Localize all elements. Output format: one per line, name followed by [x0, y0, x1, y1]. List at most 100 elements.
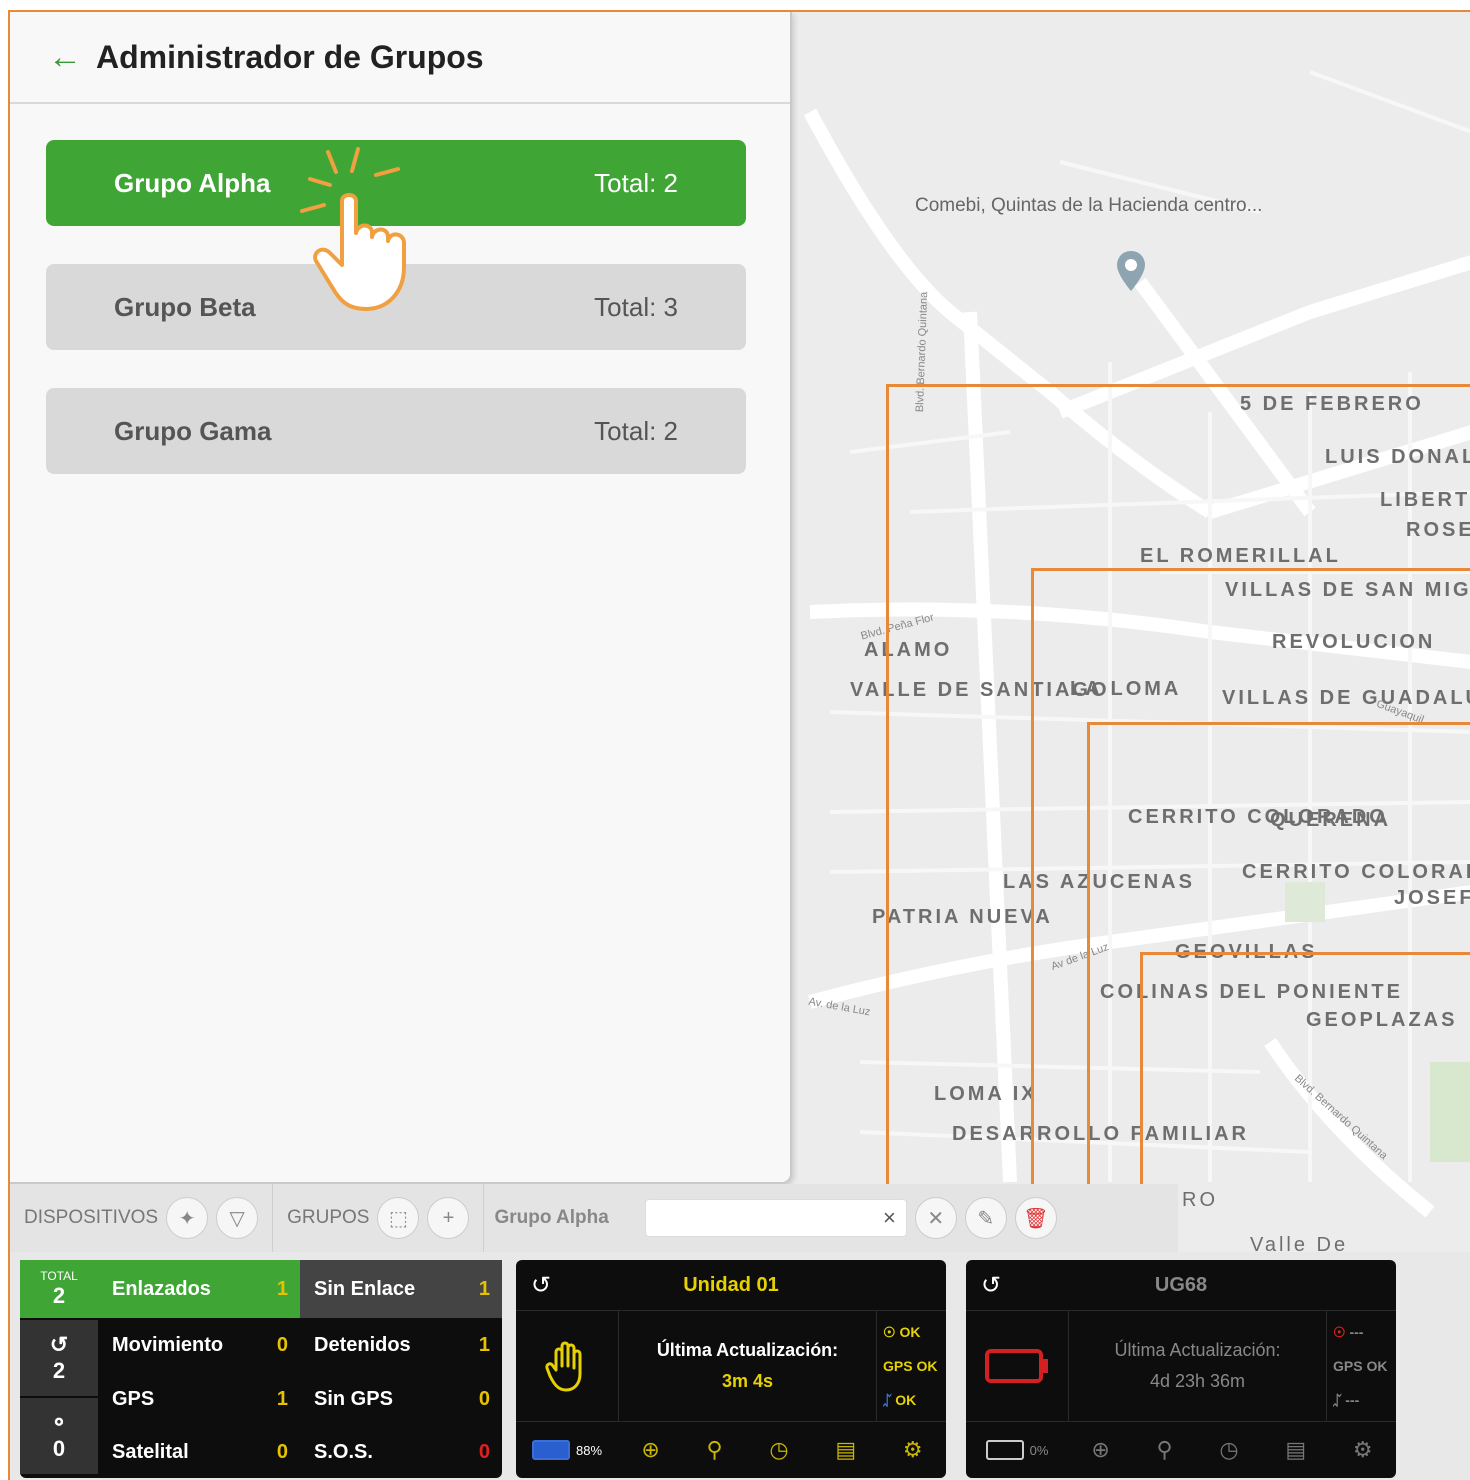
link-icon: ↺: [49, 1332, 69, 1357]
bluetooth-status-value: OK: [895, 1392, 917, 1409]
link-icon: ↺: [530, 1271, 552, 1299]
unit-footer: 88% ⊕ ⚲ ◷ ▤ ⚙: [516, 1422, 946, 1478]
unit-card-unidad-01[interactable]: ↺ Unidad 01 Última Actualización: 3m 4s …: [516, 1260, 946, 1478]
filter-icon[interactable]: ▽: [216, 1197, 259, 1239]
stat-movimiento[interactable]: Movimiento 0: [98, 1318, 300, 1372]
bluetooth-status-value: ---: [1345, 1392, 1360, 1409]
map-label: PATRIA NUEVA: [872, 906, 1053, 928]
locate-icon[interactable]: ⊕: [1091, 1437, 1109, 1463]
battery-icon: [531, 1440, 570, 1460]
bluetooth-status: ᛢ OK: [883, 1392, 940, 1408]
info-card-icon[interactable]: ▤: [1285, 1437, 1306, 1463]
bluetooth-icon: ᛢ: [883, 1392, 896, 1409]
stat-sos[interactable]: S.O.S. 0: [300, 1426, 502, 1478]
map-label: 5 DE FEBRERO: [1240, 393, 1424, 415]
unit-body: Última Actualización: 3m 4s ☉ OK GPS OK …: [516, 1311, 946, 1422]
unit-header: ↺ Unidad 01: [516, 1260, 946, 1311]
map-pin-icon[interactable]: ⚲: [707, 1437, 723, 1463]
stats-grid: Enlazados 1 Sin Enlace 1 Movimiento 0 Deten…: [98, 1260, 502, 1478]
highlight-line: [1140, 952, 1470, 955]
unit-card-ug68[interactable]: ↺ UG68 Última Actualización: 4d 23h 36m …: [966, 1260, 1396, 1478]
speedometer-icon[interactable]: ◷: [769, 1437, 788, 1463]
satellite-icon: ⚬: [49, 1410, 69, 1435]
edit-icon[interactable]: ✎: [964, 1197, 1007, 1239]
highlight-line: [1031, 568, 1034, 1184]
groups-label: GRUPOS: [287, 1207, 370, 1228]
stat-label: Satelital: [112, 1440, 189, 1463]
highlight-line: [886, 384, 889, 1184]
stats-card: TOTAL 2 ↺ 2 ⚬ 0 Enlazados 1 Sin Enlace 1 M…: [20, 1260, 502, 1478]
map-label: EL ROMERILLAL: [1140, 545, 1341, 567]
total-tile[interactable]: TOTAL 2: [20, 1260, 98, 1318]
stat-value: 0: [478, 1387, 490, 1410]
stat-value: 1: [276, 1277, 288, 1300]
group-total: Total: 2: [594, 415, 678, 446]
map-label: LUIS DONAL: [1325, 446, 1470, 468]
group-search-input[interactable]: ×: [644, 1199, 907, 1237]
poi-label[interactable]: Comebi, Quintas de la Hacienda centro...: [915, 195, 1262, 218]
network-status: ☉ ---: [1333, 1324, 1390, 1341]
highlight-line: [886, 384, 1470, 387]
clear-input-icon[interactable]: ×: [883, 1205, 896, 1231]
unit-body: Última Actualización: 4d 23h 36m ☉ --- G…: [966, 1311, 1396, 1422]
stat-value: 1: [478, 1277, 490, 1300]
map-label: LOMA IX: [934, 1083, 1038, 1105]
page-title: Administrador de Grupos: [96, 38, 484, 75]
map-label: VILLAS DE GUADALUPE: [1222, 687, 1470, 709]
tap-hand-icon: [280, 137, 440, 322]
satellite-tile[interactable]: ⚬ 0: [20, 1398, 98, 1474]
map-label: LA LOMA: [1070, 678, 1182, 700]
update-label: Última Actualización:: [656, 1340, 839, 1360]
unit-actions: ⊕ ⚲ ◷ ▤ ⚙: [1068, 1437, 1396, 1463]
close-icon[interactable]: ✕: [914, 1197, 957, 1239]
update-time: 4d 23h 36m: [1149, 1371, 1246, 1391]
stop-hand-icon: [516, 1311, 619, 1421]
map-label: CERRITO COLORADO: [1128, 806, 1388, 828]
map-label: JOSEF DOMI FUND: [1394, 887, 1470, 909]
bluetooth-icon: ᛢ: [1333, 1392, 1346, 1409]
settings-icon[interactable]: ⚙: [903, 1437, 923, 1463]
select-area-icon[interactable]: ⬚: [377, 1197, 420, 1239]
map-label: RO: [1182, 1189, 1218, 1211]
stat-enlazados[interactable]: Enlazados 1: [98, 1260, 300, 1318]
map-label: VILLAS DE SAN MIGUEL: [1225, 579, 1470, 601]
map-label: LIBERT: [1380, 489, 1470, 511]
stat-sin-enlace[interactable]: Sin Enlace 1: [300, 1260, 502, 1318]
map-label: QUERENA: [1270, 809, 1392, 831]
map-label: VALLE DE SANTIAGO: [850, 679, 1110, 701]
map-label: GEOPLAZAS: [1306, 1009, 1458, 1031]
stat-satelital[interactable]: Satelital 0: [98, 1426, 300, 1478]
speedometer-icon[interactable]: ◷: [1219, 1437, 1238, 1463]
highlight-line: [1087, 722, 1090, 1184]
linked-count: 2: [52, 1358, 66, 1383]
group-manager-panel: ← Administrador de Grupos Grupo Alpha To…: [10, 12, 792, 1184]
map-label: ROSE SALA: [1406, 519, 1470, 541]
compass-icon[interactable]: ✦: [166, 1197, 209, 1239]
update-time: 3m 4s: [721, 1371, 774, 1391]
unit-actions: ⊕ ⚲ ◷ ▤ ⚙: [618, 1437, 946, 1463]
stat-detenidos[interactable]: Detenidos 1: [300, 1318, 502, 1372]
gps-status: GPS OK: [883, 1358, 938, 1375]
info-card-icon[interactable]: ▤: [835, 1437, 856, 1463]
add-group-icon[interactable]: +: [427, 1197, 470, 1239]
back-arrow-icon[interactable]: ←: [48, 38, 82, 77]
stat-sin-gps[interactable]: Sin GPS 0: [300, 1372, 502, 1426]
map-label: DESARROLLO FAMILIAR: [952, 1123, 1249, 1145]
group-item-gama[interactable]: Grupo Gama Total: 2: [46, 388, 746, 474]
unit-update-info: Última Actualización: 4d 23h 36m: [1069, 1311, 1326, 1421]
unit-status-list: ☉ OK GPS OK ᛢ OK: [876, 1311, 946, 1421]
unit-update-info: Última Actualización: 3m 4s: [619, 1311, 876, 1421]
stat-label: Detenidos: [314, 1333, 411, 1356]
locate-icon[interactable]: ⊕: [641, 1437, 659, 1463]
network-icon: ☉: [883, 1323, 900, 1340]
network-status-value: OK: [899, 1323, 921, 1340]
group-total: Total: 2: [594, 167, 678, 198]
stat-gps[interactable]: GPS 1: [98, 1372, 300, 1426]
map-pin-icon[interactable]: ⚲: [1157, 1437, 1173, 1463]
delete-icon[interactable]: 🗑: [1014, 1197, 1057, 1239]
stat-value: 1: [276, 1387, 288, 1410]
linked-tile[interactable]: ↺ 2: [20, 1320, 98, 1396]
settings-icon[interactable]: ⚙: [1353, 1437, 1373, 1463]
battery-level: 88%: [575, 1442, 603, 1458]
satellite-count: 0: [52, 1436, 66, 1461]
